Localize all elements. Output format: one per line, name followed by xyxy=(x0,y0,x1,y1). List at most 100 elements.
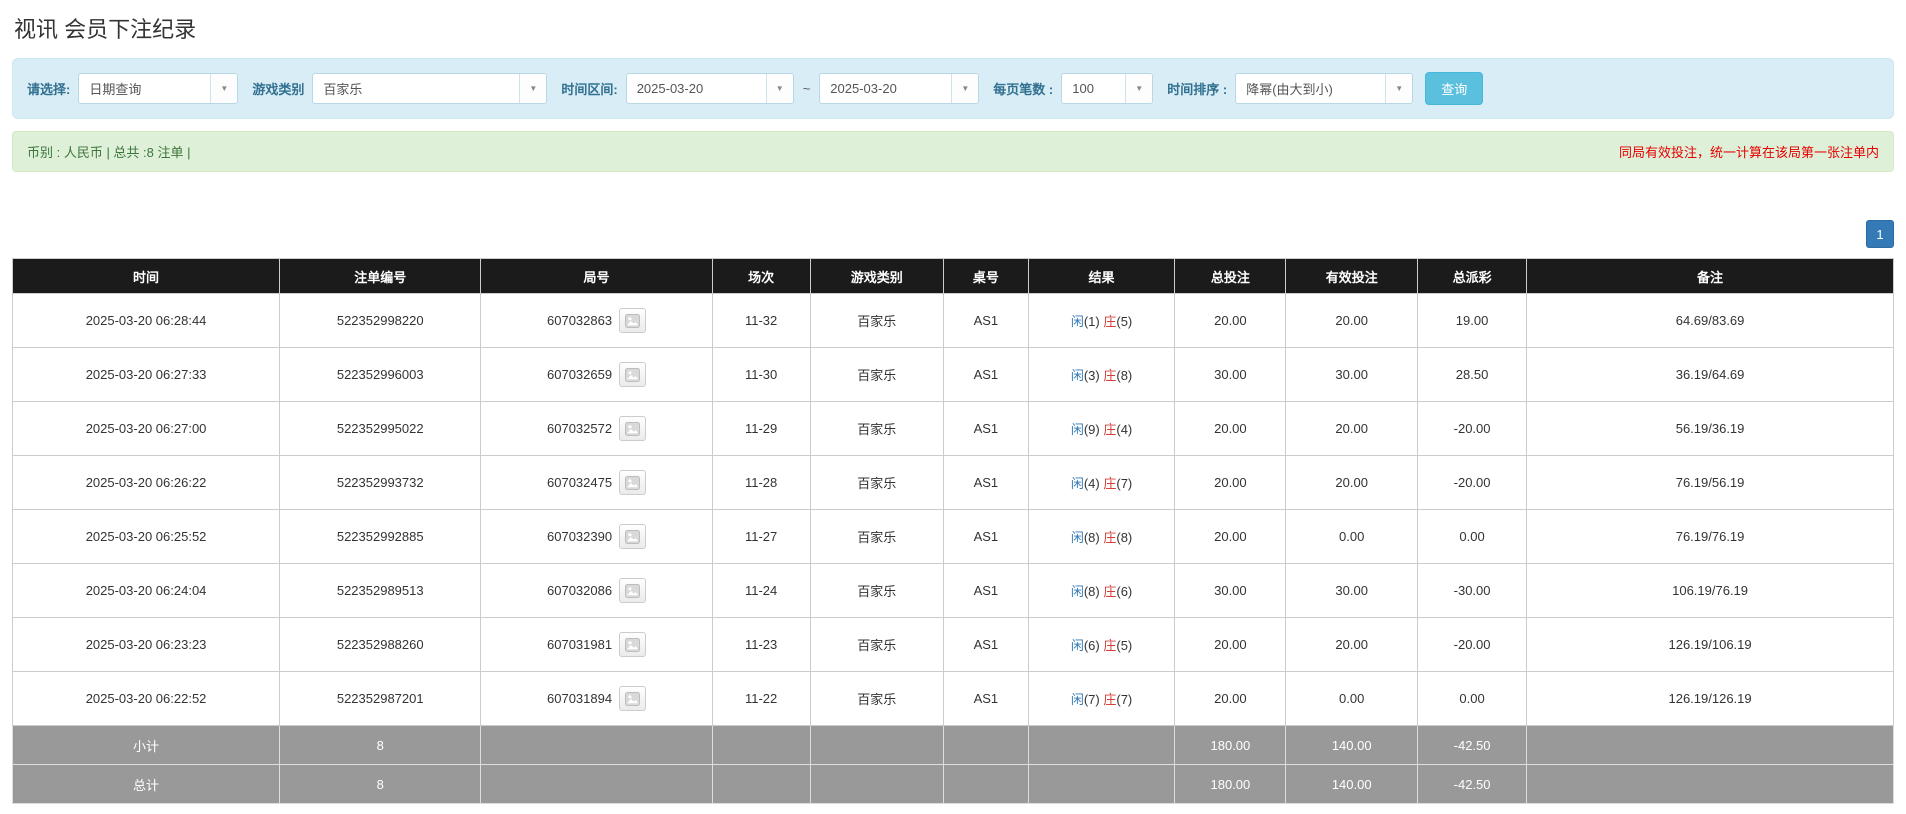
column-header-3: 局号 xyxy=(480,258,713,294)
query-type-select[interactable]: 日期查询 ▼ xyxy=(78,73,239,104)
page-button-1[interactable]: 1 xyxy=(1866,220,1894,248)
round-id: 607031981 xyxy=(547,637,613,652)
cell-payout: 19.00 xyxy=(1417,293,1528,348)
page-size-select[interactable]: 100 ▼ xyxy=(1061,73,1154,104)
game-type-value: 百家乐 xyxy=(323,82,363,97)
video-replay-button[interactable] xyxy=(619,470,647,495)
video-replay-button[interactable] xyxy=(619,362,647,387)
cell-payout: 28.50 xyxy=(1417,347,1528,402)
result-player-score: (4) xyxy=(1083,476,1100,491)
date-from-select[interactable]: 2025-03-20 ▼ xyxy=(625,73,794,104)
table-body: 2025-03-20 06:28:44 522352998220 6070328… xyxy=(11,293,1894,726)
video-replay-button[interactable] xyxy=(619,524,647,549)
cell-total-bet[interactable]: 20.00 xyxy=(1174,455,1287,510)
result-player-label: 闲 xyxy=(1070,422,1084,437)
result-player-label: 闲 xyxy=(1070,476,1084,491)
sort-order-label: 时间排序 : xyxy=(1167,82,1228,97)
bet-records-table: 时间 注单编号 局号 场次 游戏类别 桌号 结果 总投注 有效投注 总派彩 备注 2025-03-2… xyxy=(11,258,1894,804)
chevron-down-icon[interactable]: ▼ xyxy=(951,74,979,103)
cell-time: 2025-03-20 06:23:23 xyxy=(11,617,281,672)
table-row: 2025-03-20 06:22:52 522352987201 6070318… xyxy=(11,671,1894,726)
cell-valid-bet: 20.00 xyxy=(1285,293,1419,348)
result-banker-label: 庄 xyxy=(1103,314,1117,329)
cell-valid-bet: 0.00 xyxy=(1285,509,1419,564)
video-replay-button[interactable] xyxy=(619,416,647,441)
result-banker-score: (5) xyxy=(1116,314,1133,329)
page-title: 视讯 会员下注纪录 xyxy=(14,17,197,42)
cell-total-bet[interactable]: 20.00 xyxy=(1174,617,1287,672)
cell-table-no: AS1 xyxy=(943,455,1029,510)
result-banker-score: (6) xyxy=(1116,584,1133,599)
cell-total-bet[interactable]: 20.00 xyxy=(1174,509,1287,564)
video-replay-button[interactable] xyxy=(619,686,647,711)
video-replay-button[interactable] xyxy=(619,308,647,333)
cell-round: 607031981 xyxy=(480,617,713,672)
summary-total-bet: 180.00 xyxy=(1174,764,1287,804)
cell-total-bet[interactable]: 20.00 xyxy=(1174,671,1287,726)
summary-label: 总计 xyxy=(11,764,281,804)
cell-time: 2025-03-20 06:25:52 xyxy=(11,509,281,564)
table-row: 2025-03-20 06:24:04 522352989513 6070320… xyxy=(11,563,1894,618)
sort-order-select[interactable]: 降幂(由大到小) ▼ xyxy=(1235,73,1414,104)
result-banker-label: 庄 xyxy=(1103,692,1117,707)
cell-result: 闲(9) 庄(4) xyxy=(1027,401,1176,456)
cell-total-bet[interactable]: 30.00 xyxy=(1174,563,1287,618)
cell-result: 闲(3) 庄(8) xyxy=(1027,347,1176,402)
cell-session: 11-27 xyxy=(711,509,811,564)
result-banker-label: 庄 xyxy=(1103,476,1117,491)
cell-round: 607031894 xyxy=(480,671,713,726)
cell-note: 126.19/106.19 xyxy=(1526,617,1894,672)
pagination: 1 xyxy=(12,220,1894,248)
search-button[interactable]: 查询 xyxy=(1425,72,1484,105)
cell-table-no: AS1 xyxy=(943,671,1029,726)
result-banker-score: (5) xyxy=(1116,638,1133,653)
video-replay-button[interactable] xyxy=(619,578,647,603)
cell-note: 106.19/76.19 xyxy=(1526,563,1894,618)
header-row: 时间 注单编号 局号 场次 游戏类别 桌号 结果 总投注 有效投注 总派彩 备注 xyxy=(11,258,1894,294)
chevron-down-icon[interactable]: ▼ xyxy=(1385,74,1413,103)
round-id: 607032390 xyxy=(547,529,613,544)
result-player-label: 闲 xyxy=(1070,584,1084,599)
video-record-icon xyxy=(625,583,641,598)
cell-total-bet[interactable]: 20.00 xyxy=(1174,293,1287,348)
video-replay-button[interactable] xyxy=(619,632,647,657)
video-record-icon xyxy=(625,367,641,382)
cell-game-type: 百家乐 xyxy=(809,671,945,726)
table-footer: 小计 8 180.00 140.00 -42.50 总计 8 180.00 14… xyxy=(11,725,1894,804)
summary-valid-bet: 140.00 xyxy=(1285,725,1419,765)
result-player-score: (9) xyxy=(1083,422,1100,437)
summary-result xyxy=(1027,725,1176,765)
result-player-label: 闲 xyxy=(1070,314,1084,329)
chevron-down-icon[interactable]: ▼ xyxy=(765,74,793,103)
cell-total-bet[interactable]: 20.00 xyxy=(1174,401,1287,456)
video-record-icon xyxy=(625,637,641,652)
cell-game-type: 百家乐 xyxy=(809,401,945,456)
cell-payout: 0.00 xyxy=(1417,509,1528,564)
chevron-down-icon[interactable]: ▼ xyxy=(210,74,238,103)
cell-bet-id: 522352992885 xyxy=(279,509,482,564)
summary-table-no xyxy=(943,764,1029,804)
date-to-select[interactable]: 2025-03-20 ▼ xyxy=(819,73,980,104)
cell-note: 56.19/36.19 xyxy=(1526,401,1894,456)
query-type-value: 日期查询 xyxy=(89,82,142,97)
chevron-down-icon[interactable]: ▼ xyxy=(1125,74,1153,103)
date-from-value: 2025-03-20 xyxy=(636,81,704,96)
cell-bet-id: 522352989513 xyxy=(279,563,482,618)
table-row: 2025-03-20 06:27:33 522352996003 6070326… xyxy=(11,347,1894,402)
game-type-select[interactable]: 百家乐 ▼ xyxy=(312,73,548,104)
cell-payout: -30.00 xyxy=(1417,563,1528,618)
cell-round: 607032086 xyxy=(480,563,713,618)
cell-valid-bet: 20.00 xyxy=(1285,617,1419,672)
date-range-tilde: ~ xyxy=(802,81,811,96)
result-player-label: 闲 xyxy=(1070,368,1084,383)
result-banker-label: 庄 xyxy=(1103,422,1117,437)
summary-count: 8 xyxy=(279,725,482,765)
cell-total-bet[interactable]: 30.00 xyxy=(1174,347,1287,402)
round-id: 607032086 xyxy=(547,583,613,598)
round-id: 607031894 xyxy=(547,691,613,706)
cell-result: 闲(8) 庄(6) xyxy=(1027,563,1176,618)
summary-payout: -42.50 xyxy=(1417,725,1528,765)
chevron-down-icon[interactable]: ▼ xyxy=(519,74,547,103)
result-player-score: (8) xyxy=(1083,530,1100,545)
cell-payout: -20.00 xyxy=(1417,455,1528,510)
